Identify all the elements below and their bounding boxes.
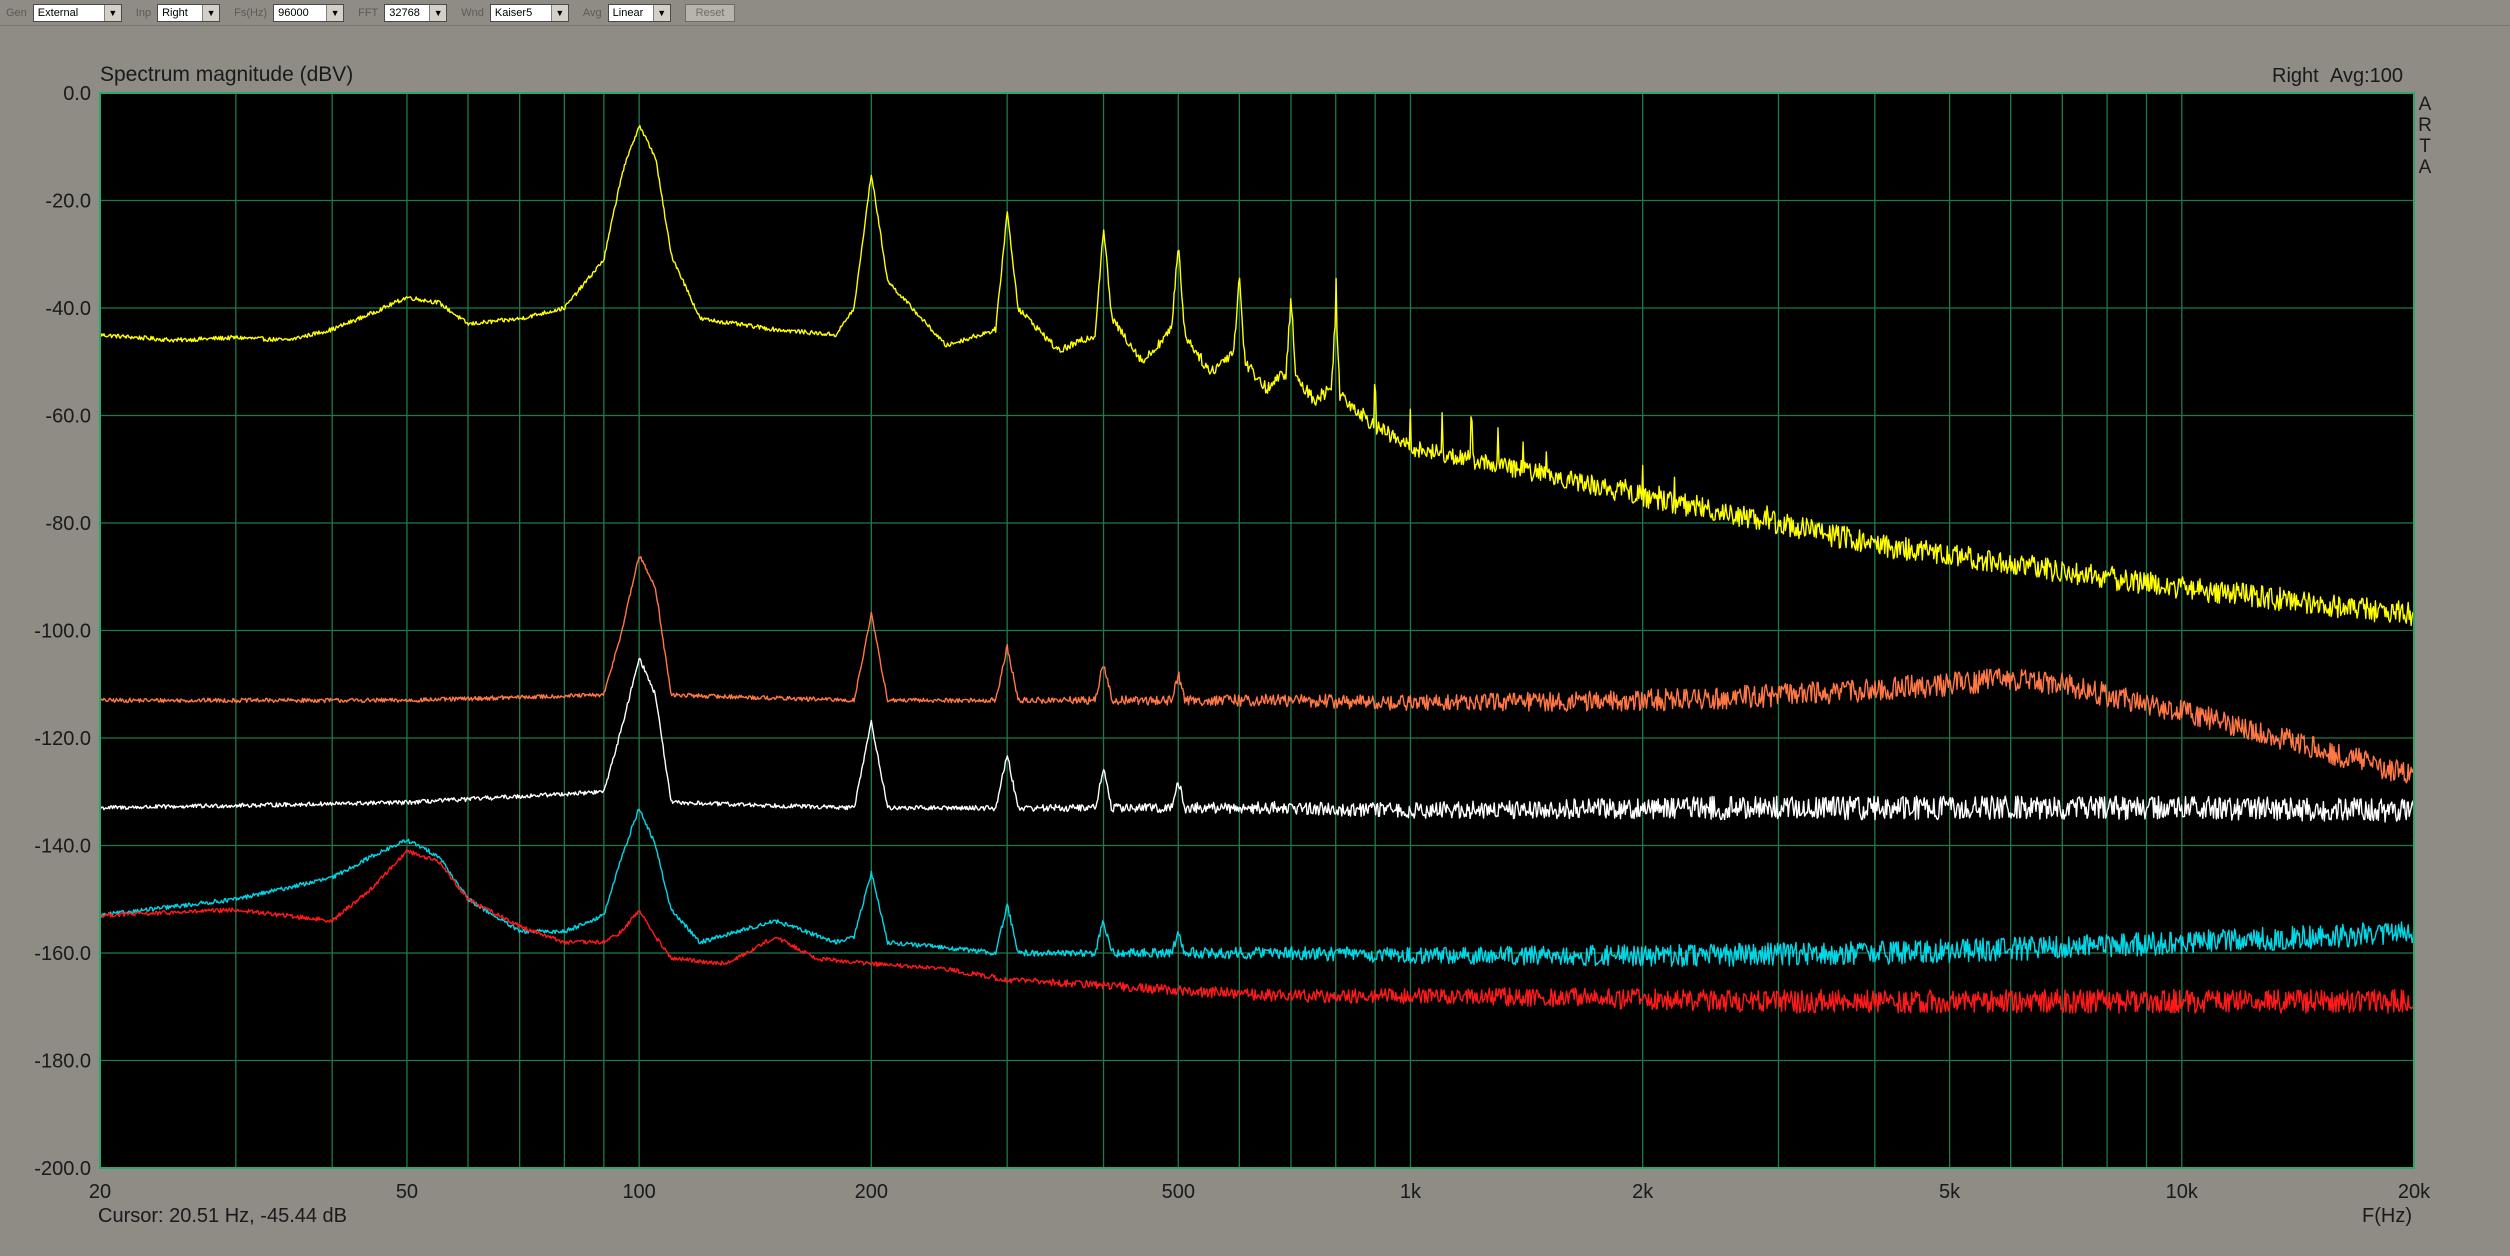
x-tick-label: 20k (2398, 1181, 2431, 1203)
chart-title: Spectrum magnitude (dBV) (100, 63, 353, 86)
x-tick-label: 50 (396, 1181, 418, 1203)
x-tick-label: 200 (855, 1181, 888, 1203)
arta-brand: ARTA (2418, 94, 2432, 178)
x-tick-label: 10k (2166, 1181, 2199, 1203)
x-axis-label: F(Hz) (2362, 1205, 2412, 1227)
brand-letter: R (2418, 115, 2432, 136)
x-tick-label: 20 (89, 1181, 111, 1203)
x-tick-label: 2k (1632, 1181, 1654, 1203)
x-tick-label: 5k (1939, 1181, 1961, 1203)
brand-letter: A (2419, 157, 2432, 178)
y-tick-label: -160.0 (34, 943, 91, 965)
y-tick-label: 0.0 (63, 83, 91, 105)
brand-letter: T (2419, 136, 2431, 157)
y-tick-label: -200.0 (34, 1158, 91, 1180)
brand-letter: A (2419, 94, 2432, 115)
y-tick-label: -140.0 (34, 836, 91, 858)
cursor-readout: Cursor: 20.51 Hz, -45.44 dB (98, 1205, 347, 1227)
x-axis-ticks: 20 50 100 200 500 1k 2k 5k 10k 20k (89, 1181, 2431, 1203)
y-tick-label: -80.0 (45, 513, 91, 535)
avg-label: Avg:100 (2330, 65, 2403, 87)
x-tick-label: 1k (1400, 1181, 1422, 1203)
y-tick-label: -100.0 (34, 621, 91, 643)
y-tick-label: -120.0 (34, 728, 91, 750)
y-tick-label: -40.0 (45, 298, 91, 320)
x-tick-label: 100 (622, 1181, 655, 1203)
y-tick-label: -20.0 (45, 191, 91, 213)
y-tick-label: -180.0 (34, 1051, 91, 1073)
spectrum-chart: Spectrum magnitude (dBV) Right Avg:100 0… (34, 63, 2432, 1227)
y-axis-ticks: 0.0 -20.0 -40.0 -60.0 -80.0 -100.0 -120.0 -140.… (34, 83, 91, 1180)
x-tick-label: 500 (1162, 1181, 1195, 1203)
channel-label: Right (2272, 65, 2319, 87)
y-tick-label: -60.0 (45, 406, 91, 428)
